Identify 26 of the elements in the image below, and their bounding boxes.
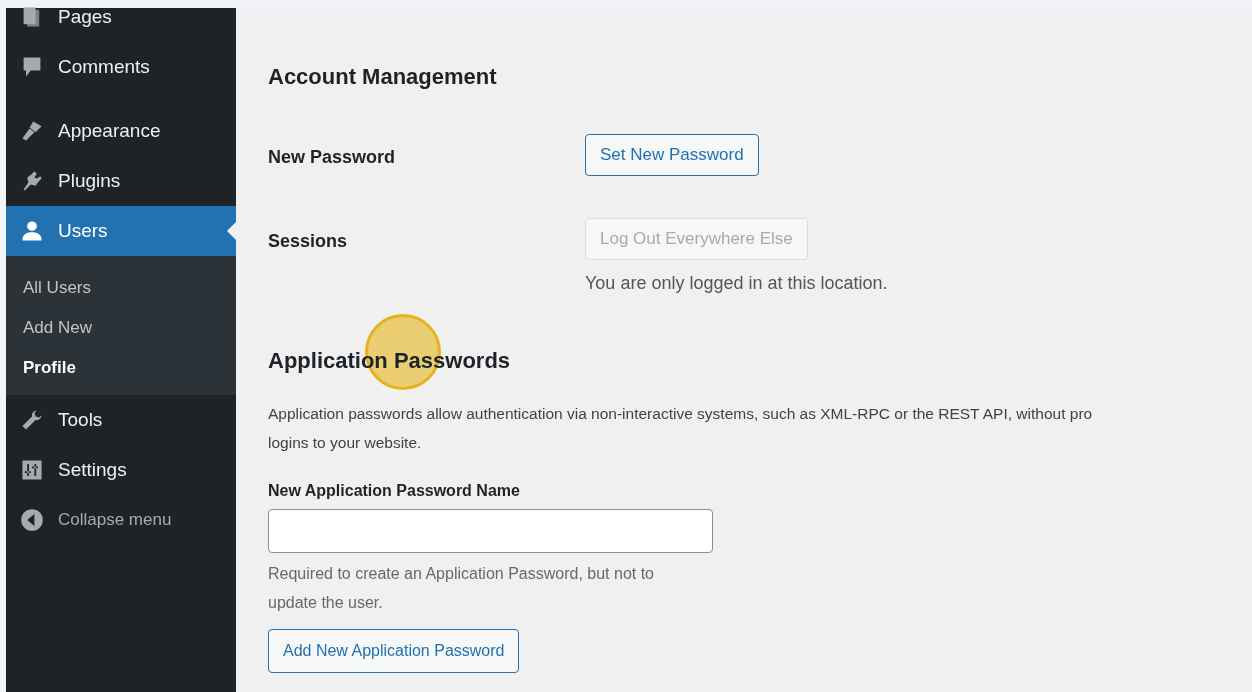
wrench-icon: [20, 408, 44, 432]
menu-item[interactable]: Plugins: [6, 156, 236, 206]
hint-text: Required to create an Application Password, but not to update the user.: [268, 564, 655, 613]
action-button[interactable]: Set New Password: [585, 134, 759, 176]
sliders-icon: [20, 458, 44, 482]
field-label: Sessions: [268, 230, 349, 253]
collapse-menu-button[interactable]: Collapse menu: [6, 495, 236, 545]
menu-item[interactable]: Settings: [6, 445, 236, 495]
menu-item[interactable]: Tools: [6, 395, 236, 445]
section-heading: Account Management: [268, 63, 498, 91]
collapse-icon: [20, 508, 44, 532]
field-label: New Application Password Name: [268, 481, 521, 501]
add-password-button[interactable]: Add New Application Password: [268, 629, 520, 673]
menu-item[interactable]: Appearance: [6, 106, 236, 156]
menu-item[interactable]: Comments: [6, 42, 236, 92]
input-field[interactable]: [268, 509, 713, 553]
submenu-item[interactable]: Add New: [6, 308, 236, 348]
menu-item[interactable]: Users: [6, 206, 236, 256]
menu-item[interactable]: Pages: [6, 0, 236, 42]
description-text: Application passwords allow authentication via non-interactive systems, such as XML-RPC or the REST API, without pro logins to your website.: [268, 404, 1094, 453]
user-icon: [20, 219, 44, 243]
submenu-item[interactable]: All Users: [6, 268, 236, 308]
session-note: You are only logged in at this location.: [585, 272, 888, 295]
field-label: New Password: [268, 146, 397, 169]
submenu-item[interactable]: Profile: [6, 348, 236, 388]
paintbrush-icon: [20, 119, 44, 143]
